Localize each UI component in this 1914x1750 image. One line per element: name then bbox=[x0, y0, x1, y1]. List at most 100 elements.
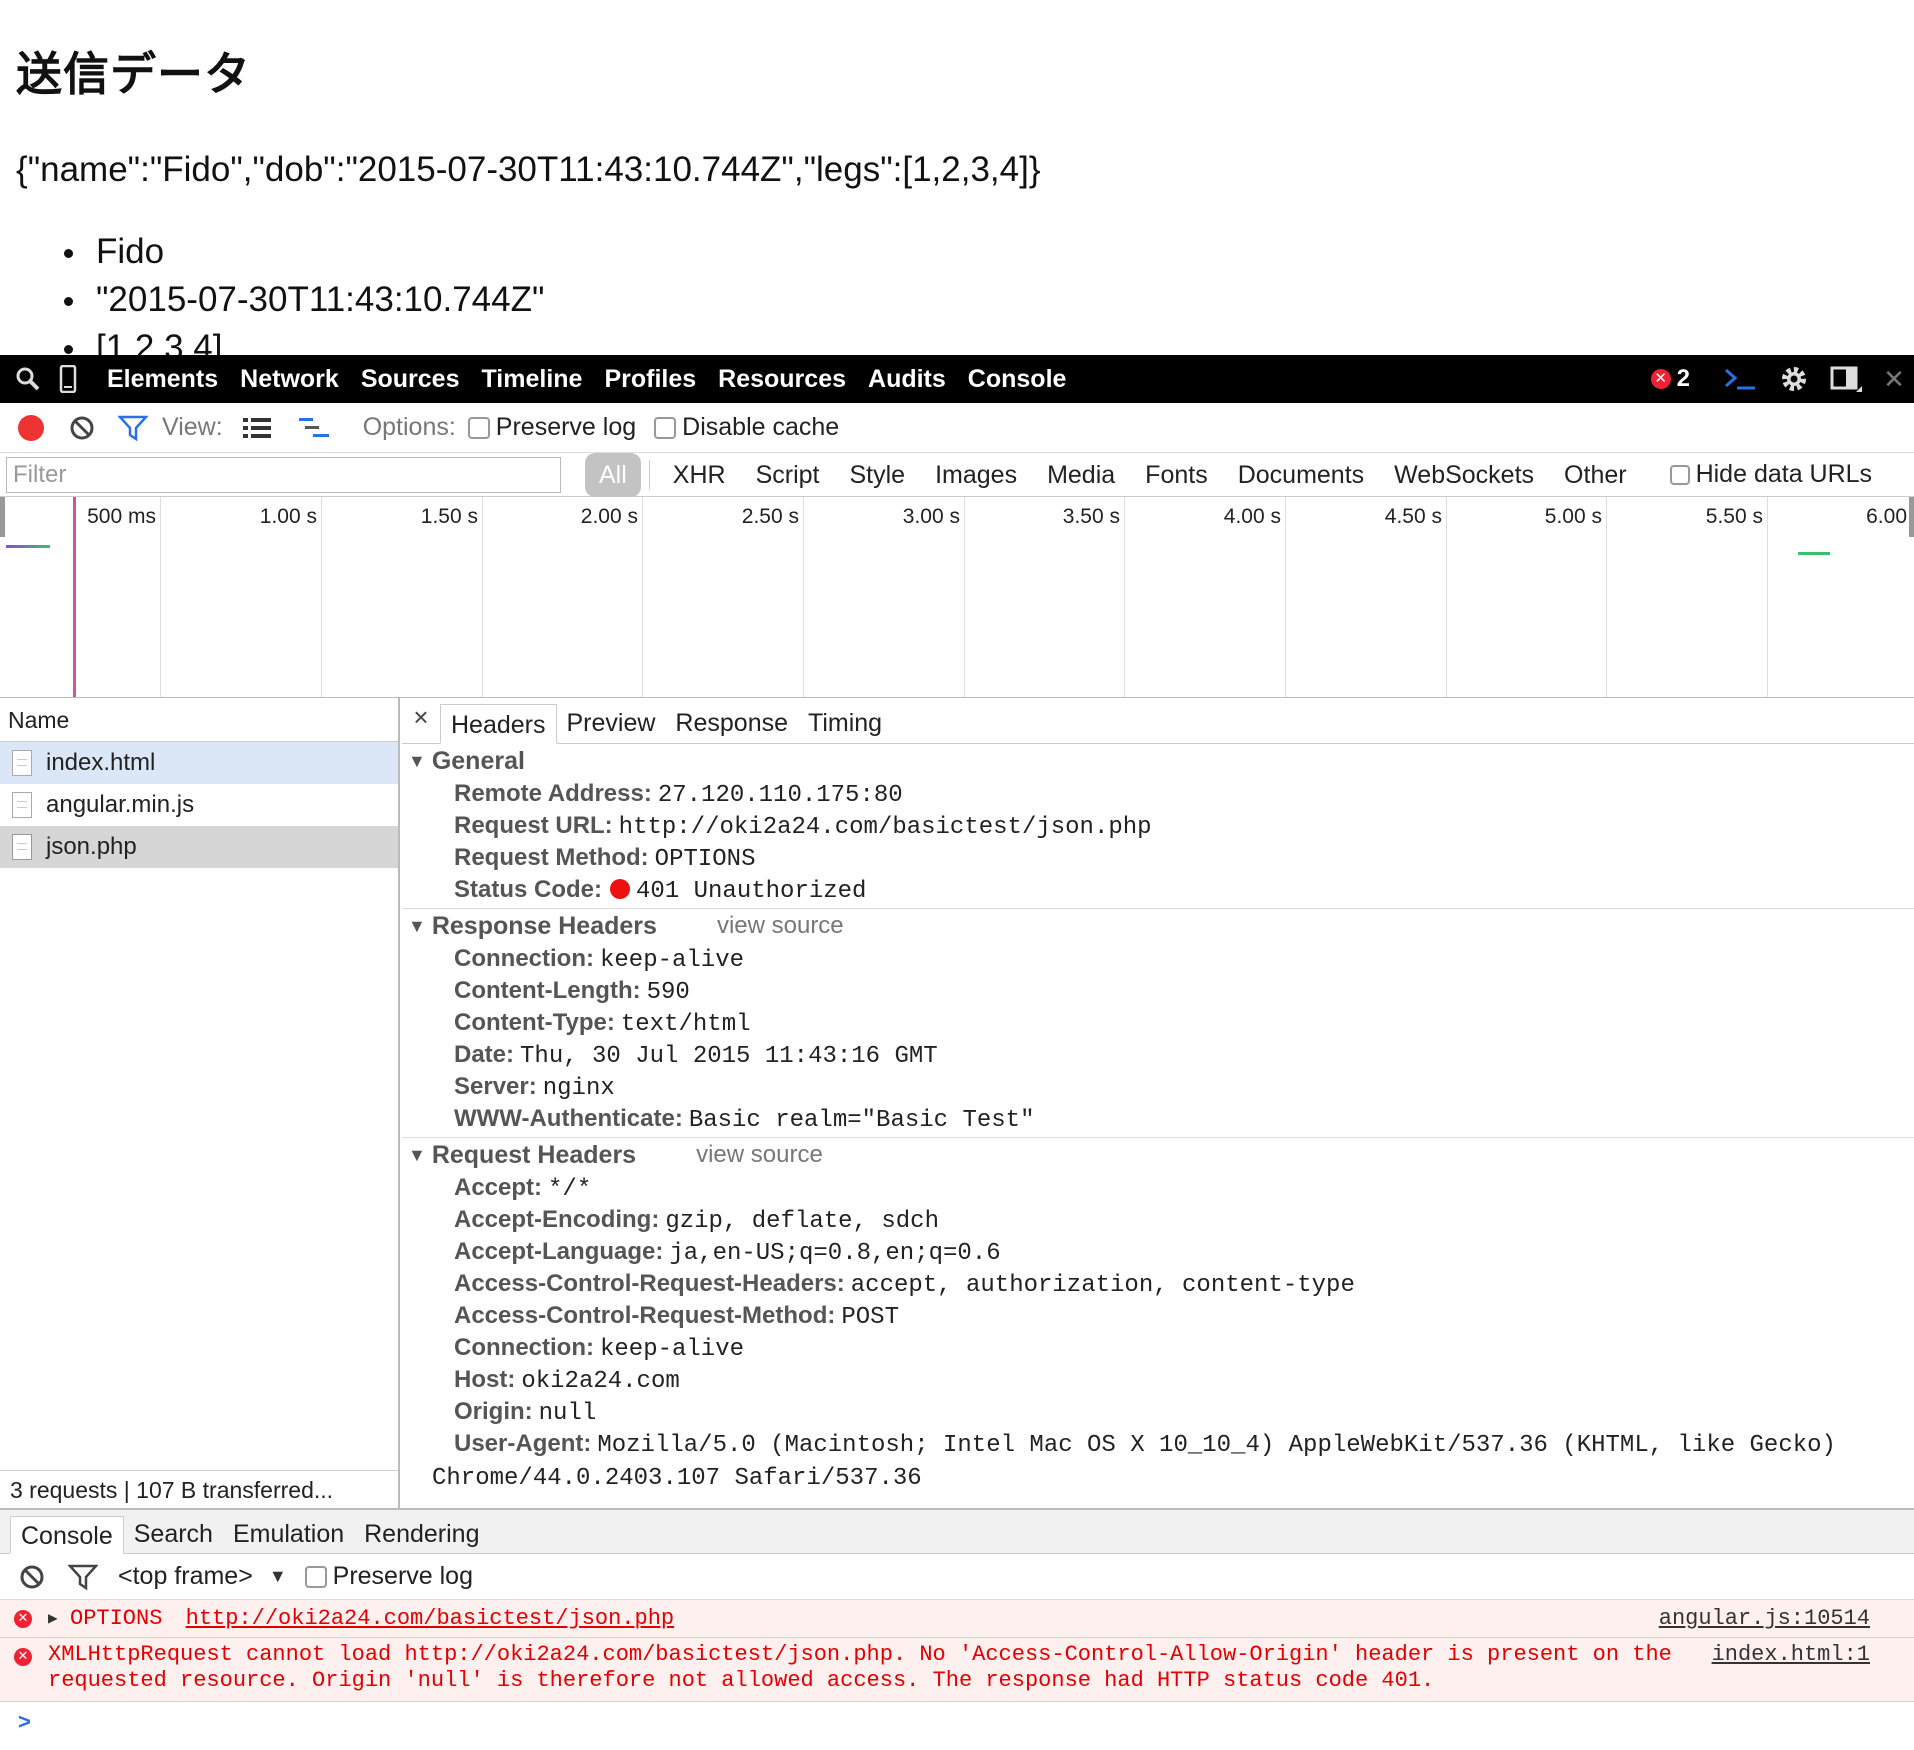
filter-other[interactable]: Other bbox=[1549, 455, 1642, 495]
frame-selector[interactable]: <top frame> bbox=[118, 1562, 253, 1591]
timeline-tick: 4.00 s bbox=[1223, 505, 1281, 528]
filter-websockets[interactable]: WebSockets bbox=[1379, 455, 1549, 495]
console-preserve-log-checkbox[interactable]: Preserve log bbox=[304, 1562, 473, 1591]
tab-profiles[interactable]: Profiles bbox=[593, 355, 707, 403]
filter-media[interactable]: Media bbox=[1032, 455, 1130, 495]
tab-preview[interactable]: Preview bbox=[557, 703, 666, 743]
disable-cache-label: Disable cache bbox=[682, 413, 840, 441]
clear-console-icon[interactable] bbox=[18, 1563, 46, 1591]
header-row: User-Agent: Mozilla/5.0 (Macintosh; Intel… bbox=[432, 1430, 1836, 1492]
filter-input[interactable]: Filter bbox=[6, 456, 561, 493]
timeline-tick: 3.50 s bbox=[1062, 505, 1120, 528]
hide-data-urls-checkbox[interactable]: Hide data URLs bbox=[1669, 460, 1872, 489]
general-section: ▼ General Remote Address: 27.120.110.175:… bbox=[402, 744, 1914, 909]
checkbox-box[interactable] bbox=[467, 416, 490, 439]
tabbar-right-controls: ✕ 2 ✕ bbox=[1650, 355, 1914, 403]
filter-style[interactable]: Style bbox=[835, 455, 921, 495]
console-error-message[interactable]: ✕ ▶ OPTIONS http://oki2a24.com/basictest… bbox=[0, 1600, 1914, 1638]
header-row: Remote Address: 27.120.110.175:80 bbox=[454, 780, 903, 809]
tab-resources[interactable]: Resources bbox=[707, 355, 857, 403]
error-count-badge[interactable]: ✕ 2 bbox=[1650, 365, 1690, 393]
status-error-icon bbox=[610, 879, 631, 899]
preserve-log-checkbox[interactable]: Preserve log bbox=[467, 413, 636, 442]
request-url-link[interactable]: http://oki2a24.com/basictest/json.php bbox=[186, 1606, 674, 1631]
expand-triangle-icon[interactable]: ▶ bbox=[48, 1600, 58, 1638]
divider bbox=[648, 459, 650, 490]
drawer-tabs: Console Search Emulation Rendering bbox=[0, 1510, 1914, 1554]
checkbox-box[interactable] bbox=[304, 1565, 327, 1588]
filter-all[interactable]: All bbox=[585, 452, 641, 497]
tab-headers[interactable]: Headers bbox=[440, 704, 557, 744]
triangle-down-icon: ▼ bbox=[408, 1145, 426, 1165]
request-name: angular.min.js bbox=[46, 791, 195, 818]
tab-network[interactable]: Network bbox=[229, 355, 350, 403]
close-icon[interactable]: ✕ bbox=[1874, 355, 1914, 403]
request-row[interactable]: json.php bbox=[0, 826, 398, 868]
header-row: Accept: */* bbox=[454, 1174, 592, 1203]
section-header-response[interactable]: ▼ Response Headers view source bbox=[402, 909, 1914, 943]
console-drawer-icon[interactable] bbox=[1720, 355, 1760, 403]
triangle-down-icon: ▼ bbox=[408, 916, 426, 936]
details-tabs: × Headers Preview Response Timing bbox=[402, 698, 1914, 744]
drawer-tab-console[interactable]: Console bbox=[10, 1516, 124, 1554]
drawer-tab-emulation[interactable]: Emulation bbox=[223, 1515, 354, 1553]
filter-documents[interactable]: Documents bbox=[1223, 455, 1379, 495]
tab-elements[interactable]: Elements bbox=[96, 355, 229, 403]
overview-icon[interactable] bbox=[298, 417, 331, 439]
request-row[interactable]: index.html bbox=[0, 742, 398, 784]
timeline-handle-left[interactable] bbox=[0, 497, 5, 537]
view-label: View: bbox=[162, 413, 223, 441]
timeline-tick: 6.00 bbox=[1866, 505, 1907, 528]
json-text: {"name":"Fido","dob":"2015-07-30T11:43:1… bbox=[16, 150, 1041, 189]
request-row[interactable]: angular.min.js bbox=[0, 784, 398, 826]
view-source-link[interactable]: view source bbox=[696, 1138, 823, 1172]
section-header-general[interactable]: ▼ General bbox=[402, 744, 1914, 778]
console-prompt[interactable]: > bbox=[0, 1702, 1914, 1742]
section-header-request[interactable]: ▼ Request Headers view source bbox=[402, 1138, 1914, 1172]
tab-audits[interactable]: Audits bbox=[857, 355, 957, 403]
gear-icon[interactable] bbox=[1774, 355, 1814, 403]
filter-fonts[interactable]: Fonts bbox=[1130, 455, 1223, 495]
request-method: OPTIONS bbox=[70, 1606, 163, 1631]
filter-icon[interactable] bbox=[118, 414, 148, 442]
search-icon[interactable] bbox=[8, 355, 48, 403]
timeline-tick: 5.50 s bbox=[1705, 505, 1763, 528]
list-item: "2015-07-30T11:43:10.744Z" bbox=[60, 276, 544, 324]
large-rows-icon[interactable] bbox=[242, 417, 271, 439]
console-preserve-log-label: Preserve log bbox=[332, 1562, 473, 1590]
timeline-handle-right[interactable] bbox=[1909, 497, 1914, 537]
timeline-tick: 1.00 s bbox=[259, 505, 317, 528]
timeline-overview[interactable]: 500 ms 1.00 s 1.50 s 2.00 s 2.50 s 3.00 … bbox=[0, 497, 1914, 698]
clear-icon[interactable] bbox=[68, 414, 96, 442]
close-details-icon[interactable]: × bbox=[402, 699, 440, 743]
checkbox-box[interactable] bbox=[1669, 464, 1690, 485]
tab-timing[interactable]: Timing bbox=[798, 703, 892, 743]
error-icon: ✕ bbox=[1650, 369, 1671, 389]
drawer-tab-rendering[interactable]: Rendering bbox=[354, 1515, 489, 1553]
drawer-tab-search[interactable]: Search bbox=[124, 1515, 223, 1553]
tab-timeline[interactable]: Timeline bbox=[470, 355, 593, 403]
tab-sources[interactable]: Sources bbox=[350, 355, 471, 403]
header-row: Server: nginx bbox=[454, 1073, 615, 1102]
dock-side-icon[interactable] bbox=[1826, 355, 1866, 403]
filter-images[interactable]: Images bbox=[920, 455, 1032, 495]
source-link[interactable]: angular.js:10514 bbox=[1659, 1600, 1870, 1638]
dropdown-arrow-icon[interactable]: ▼ bbox=[269, 1566, 287, 1587]
checkbox-box[interactable] bbox=[654, 416, 677, 439]
view-source-link[interactable]: view source bbox=[717, 909, 844, 943]
filter-script[interactable]: Script bbox=[741, 455, 835, 495]
console-filter-icon[interactable] bbox=[68, 1563, 98, 1591]
tab-console[interactable]: Console bbox=[957, 355, 1078, 403]
request-name: index.html bbox=[46, 749, 156, 776]
device-mode-icon[interactable] bbox=[48, 355, 88, 403]
record-icon[interactable] bbox=[18, 414, 44, 441]
request-details: × Headers Preview Response Timing ▼ Gene… bbox=[402, 698, 1914, 1508]
column-header-name[interactable]: Name bbox=[0, 698, 398, 742]
response-headers-section: ▼ Response Headers view source Connectio… bbox=[402, 909, 1914, 1138]
source-link[interactable]: index.html:1 bbox=[1712, 1642, 1870, 1668]
header-row: Date: Thu, 30 Jul 2015 11:43:16 GMT bbox=[454, 1041, 938, 1070]
header-row: Accept-Encoding: gzip, deflate, sdch bbox=[454, 1206, 939, 1235]
disable-cache-checkbox[interactable]: Disable cache bbox=[654, 413, 839, 442]
filter-xhr[interactable]: XHR bbox=[658, 455, 741, 495]
tab-response[interactable]: Response bbox=[665, 703, 798, 743]
